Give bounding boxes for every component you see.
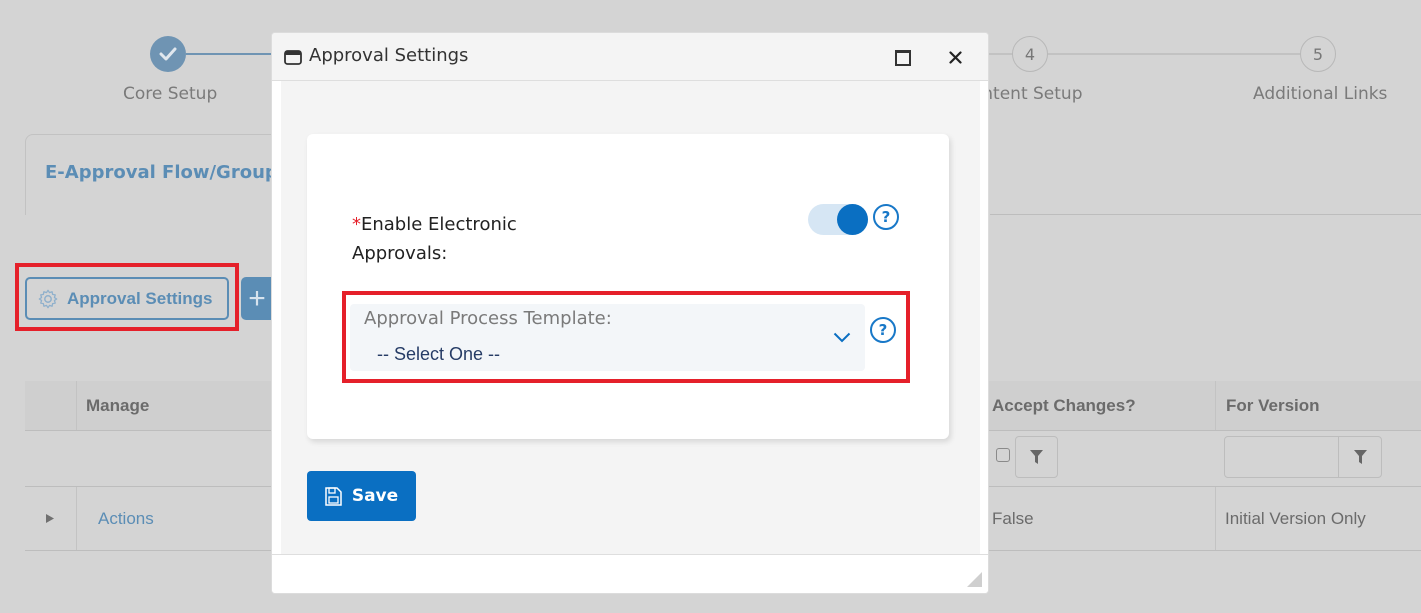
resize-handle-icon[interactable]	[967, 572, 982, 587]
column-header-accept-changes[interactable]: Accept Changes?	[982, 381, 1214, 430]
approval-settings-button[interactable]: Approval Settings	[25, 277, 229, 320]
window-icon	[284, 50, 302, 65]
enable-electronic-approvals-label: *Enable Electronic Approvals:	[352, 210, 572, 268]
accept-changes-filter-checkbox[interactable]	[996, 448, 1010, 462]
close-icon[interactable]	[949, 51, 962, 64]
step-1-completed[interactable]	[150, 36, 186, 72]
step-label: Additional Links	[1253, 84, 1388, 104]
dialog-footer	[272, 554, 988, 593]
save-icon	[325, 486, 342, 506]
step-connector	[1048, 53, 1300, 55]
checkmark-icon	[159, 47, 177, 61]
required-marker: *	[352, 214, 361, 235]
for-version-filter-input[interactable]	[1224, 436, 1382, 478]
divider	[990, 214, 1421, 215]
tab-e-approval-flow[interactable]: E-Approval Flow/Groups	[45, 162, 289, 183]
toggle-knob	[837, 204, 868, 235]
expand-row-icon[interactable]	[46, 514, 54, 523]
column-divider	[76, 487, 77, 550]
save-label: Save	[351, 486, 399, 506]
maximize-button[interactable]	[895, 50, 911, 66]
step-connector	[988, 53, 1013, 55]
actions-link[interactable]: Actions	[98, 509, 154, 529]
column-divider	[1215, 487, 1216, 550]
step-5[interactable]: 5	[1300, 36, 1336, 72]
column-header-manage[interactable]: Manage	[76, 381, 276, 430]
approval-settings-label: Approval Settings	[67, 288, 213, 308]
enable-label-text: Enable Electronic Approvals:	[352, 214, 517, 264]
step-connector	[186, 53, 276, 55]
dialog-header[interactable]: Approval Settings	[272, 33, 988, 81]
step-4[interactable]: 4	[1012, 36, 1048, 72]
settings-card: *Enable Electronic Approvals: ? Approval…	[307, 134, 949, 439]
filter-icon	[1353, 450, 1367, 464]
column-divider	[1215, 381, 1216, 430]
dialog-title: Approval Settings	[309, 45, 469, 66]
for-version-cell: Initial Version Only	[1225, 509, 1366, 528]
save-button[interactable]: Save	[307, 471, 416, 521]
gear-icon	[38, 289, 58, 308]
filter-icon	[1030, 450, 1043, 464]
highlight-box	[342, 291, 910, 383]
help-icon[interactable]: ?	[873, 204, 899, 230]
accept-changes-filter-button[interactable]	[1015, 436, 1058, 478]
step-label: Core Setup	[123, 84, 218, 104]
enable-electronic-approvals-toggle[interactable]	[808, 204, 868, 235]
column-header-for-version[interactable]: For Version	[1216, 381, 1421, 430]
for-version-filter-button[interactable]	[1338, 437, 1381, 477]
accept-changes-cell: False	[992, 509, 1034, 528]
column-divider	[76, 381, 77, 430]
